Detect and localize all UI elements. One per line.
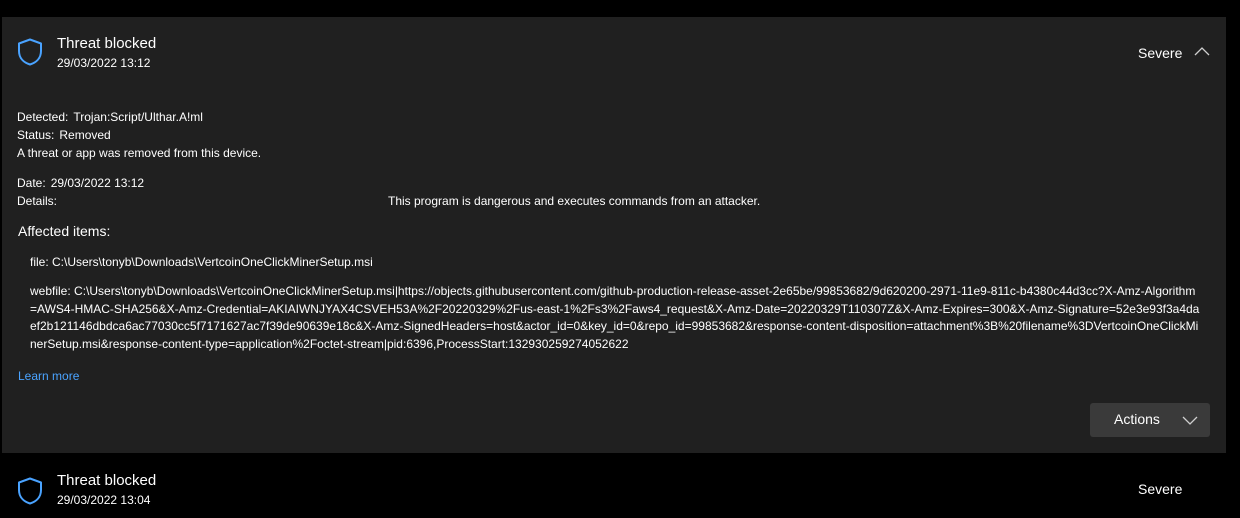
chevron-up-icon[interactable] — [1194, 46, 1210, 56]
affected-item-webfile: webfile: C:\Users\tonyb\Downloads\Vertco… — [30, 284, 1200, 351]
threat-card-header[interactable]: Threat blocked 29/03/2022 13:12 Severe — [2, 17, 1226, 89]
details-value: This program is dangerous and executes c… — [388, 194, 761, 208]
severity-label: Severe — [1138, 45, 1183, 61]
date-label: Date: — [17, 176, 46, 190]
shield-icon — [18, 477, 42, 505]
severity-label: Severe — [1138, 481, 1183, 497]
detected-value: Trojan:Script/Ulthar.A!ml — [73, 110, 203, 124]
affected-item-file: file: C:\Users\tonyb\Downloads\VertcoinO… — [30, 255, 373, 269]
learn-more-link[interactable]: Learn more — [18, 369, 79, 383]
date-row: Date: 29/03/2022 13:12 — [17, 176, 144, 190]
affected-items-heading: Affected items: — [18, 223, 111, 239]
threat-title: Threat blocked — [57, 472, 157, 489]
threat-timestamp: 29/03/2022 13:04 — [57, 493, 151, 507]
threat-title: Threat blocked — [57, 35, 157, 52]
chevron-down-icon — [1182, 416, 1198, 425]
status-value: Removed — [59, 128, 111, 142]
detected-label: Detected: — [17, 110, 69, 124]
threat-timestamp: 29/03/2022 13:12 — [57, 56, 151, 70]
status-message: A threat or app was removed from this de… — [17, 146, 262, 160]
date-value: 29/03/2022 13:12 — [50, 176, 145, 190]
threat-card-collapsed[interactable]: Threat blocked 29/03/2022 13:04 Severe — [2, 455, 1226, 518]
actions-button-label: Actions — [1114, 411, 1160, 427]
detected-row: Detected: Trojan:Script/Ulthar.A!ml — [17, 110, 203, 124]
details-label: Details: — [17, 194, 58, 208]
status-row: Status: Removed — [17, 128, 111, 142]
threat-card-expanded: Threat blocked 29/03/2022 13:12 Severe D… — [2, 17, 1226, 453]
shield-icon — [18, 38, 42, 66]
actions-button[interactable]: Actions — [1090, 403, 1210, 437]
threat-history-page: Threat blocked 29/03/2022 13:12 Severe D… — [0, 0, 1240, 518]
status-label: Status: — [17, 128, 55, 142]
